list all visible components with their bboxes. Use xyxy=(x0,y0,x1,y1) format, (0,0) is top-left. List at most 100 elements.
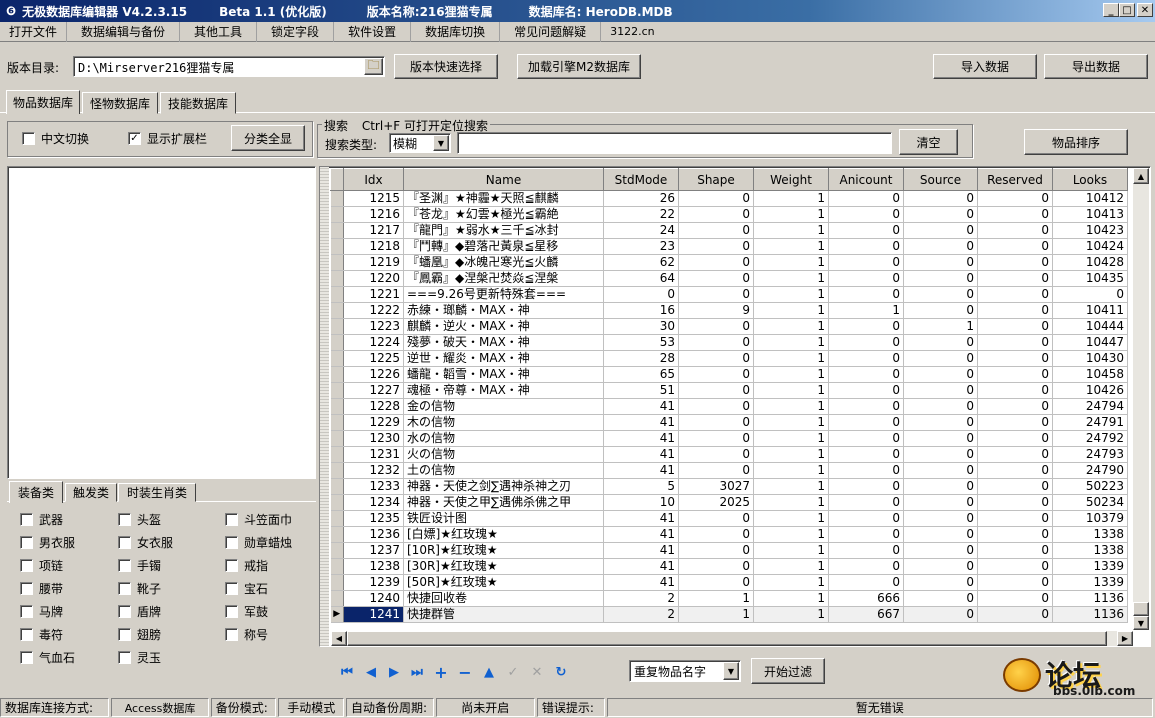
cell-name[interactable]: 赤練・瑯麟・MAX・神 xyxy=(403,302,604,319)
cell-source[interactable]: 0 xyxy=(903,270,978,287)
cell-stdmode[interactable]: 41 xyxy=(603,542,679,559)
category-9-checkbox[interactable]: 腰带 xyxy=(20,580,63,597)
cell-stdmode[interactable]: 41 xyxy=(603,446,679,463)
cell-source[interactable]: 0 xyxy=(903,350,978,367)
cell-source[interactable]: 0 xyxy=(903,366,978,383)
cell-shape[interactable]: 3027 xyxy=(678,478,754,495)
cell-weight[interactable]: 1 xyxy=(753,398,829,415)
cell-shape[interactable]: 2025 xyxy=(678,494,754,511)
table-row[interactable]: 1218 『鬥轉』◆碧落卍黃泉≦星移 23 0 1 0 0 0 10424 xyxy=(330,238,1128,255)
cell-source[interactable]: 0 xyxy=(903,478,978,495)
cell-reserved[interactable]: 0 xyxy=(977,398,1053,415)
cell-weight[interactable]: 1 xyxy=(753,302,829,319)
cell-shape[interactable]: 0 xyxy=(678,334,754,351)
cell-anicount[interactable]: 0 xyxy=(828,398,904,415)
cell-reserved[interactable]: 0 xyxy=(977,286,1053,303)
row-indicator[interactable] xyxy=(330,190,344,207)
cell-shape[interactable]: 0 xyxy=(678,526,754,543)
cell-source[interactable]: 0 xyxy=(903,606,978,623)
cell-looks[interactable]: 10424 xyxy=(1052,238,1128,255)
cell-reserved[interactable]: 0 xyxy=(977,462,1053,479)
column-header-reserved[interactable]: Reserved xyxy=(977,168,1053,191)
row-indicator[interactable] xyxy=(330,446,344,463)
row-indicator[interactable] xyxy=(330,206,344,223)
load-m2-button[interactable]: 加载引擎M2数据库 xyxy=(517,54,641,79)
cell-name[interactable]: ===9.26号更新特殊套=== xyxy=(403,286,604,303)
menu-settings[interactable]: 软件设置 xyxy=(334,21,412,42)
cell-anicount[interactable]: 0 xyxy=(828,494,904,511)
row-indicator[interactable] xyxy=(330,270,344,287)
cell-name[interactable]: 水の信物 xyxy=(403,430,604,447)
category-box[interactable] xyxy=(225,582,238,595)
cell-idx[interactable]: 1234 xyxy=(343,494,404,511)
cell-reserved[interactable]: 0 xyxy=(977,414,1053,431)
cell-shape[interactable]: 0 xyxy=(678,190,754,207)
cell-anicount[interactable]: 0 xyxy=(828,526,904,543)
cell-weight[interactable]: 1 xyxy=(753,414,829,431)
cell-stdmode[interactable]: 5 xyxy=(603,478,679,495)
cell-reserved[interactable]: 0 xyxy=(977,190,1053,207)
category-box[interactable] xyxy=(20,628,33,641)
cell-anicount[interactable]: 0 xyxy=(828,286,904,303)
cell-looks[interactable]: 10411 xyxy=(1052,302,1128,319)
cell-anicount[interactable]: 0 xyxy=(828,238,904,255)
category-4-checkbox[interactable]: 女衣服 xyxy=(118,534,173,551)
cell-anicount[interactable]: 0 xyxy=(828,318,904,335)
category-8-checkbox[interactable]: 戒指 xyxy=(225,557,268,574)
table-row[interactable]: 1238 [30R]★红玫瑰★ 41 0 1 0 0 0 1339 xyxy=(330,558,1128,575)
cell-source[interactable]: 0 xyxy=(903,334,978,351)
maximize-icon[interactable]: □ xyxy=(1119,3,1135,17)
category-box[interactable] xyxy=(118,582,131,595)
column-header-stdmode[interactable]: StdMode xyxy=(603,168,679,191)
cell-shape[interactable]: 0 xyxy=(678,222,754,239)
column-header-looks[interactable]: Looks xyxy=(1052,168,1128,191)
cell-idx[interactable]: 1221 xyxy=(343,286,404,303)
category-17-checkbox[interactable]: 称号 xyxy=(225,626,268,643)
cell-idx[interactable]: 1231 xyxy=(343,446,404,463)
tab-skills[interactable]: 技能数据库 xyxy=(160,92,236,114)
cell-name[interactable]: 魂極・帝尊・MAX・神 xyxy=(403,382,604,399)
table-row[interactable]: 1217 『龍門』★弱水★三千≦冰封 24 0 1 0 0 0 10423 xyxy=(330,222,1128,239)
cell-shape[interactable]: 0 xyxy=(678,430,754,447)
cell-stdmode[interactable]: 24 xyxy=(603,222,679,239)
cell-idx[interactable]: 1237 xyxy=(343,542,404,559)
cell-weight[interactable]: 1 xyxy=(753,366,829,383)
refresh-icon[interactable]: ↻ xyxy=(553,664,569,680)
cell-looks[interactable]: 10423 xyxy=(1052,222,1128,239)
row-indicator[interactable] xyxy=(330,574,344,591)
row-indicator[interactable] xyxy=(330,334,344,351)
cell-weight[interactable]: 1 xyxy=(753,430,829,447)
table-row[interactable]: 1237 [10R]★红玫瑰★ 41 0 1 0 0 0 1338 xyxy=(330,542,1128,559)
table-row[interactable]: 1230 水の信物 41 0 1 0 0 0 24792 xyxy=(330,430,1128,447)
row-indicator[interactable] xyxy=(330,302,344,319)
cell-reserved[interactable]: 0 xyxy=(977,222,1053,239)
cell-reserved[interactable]: 0 xyxy=(977,430,1053,447)
cell-looks[interactable]: 24793 xyxy=(1052,446,1128,463)
cell-looks[interactable]: 24791 xyxy=(1052,414,1128,431)
items-table[interactable]: Idx Name StdMode Shape Weight Anicount Source R… xyxy=(330,168,1128,623)
cell-shape[interactable]: 0 xyxy=(678,558,754,575)
table-row[interactable]: 1225 逆世・耀炎・MAX・神 28 0 1 0 0 0 10430 xyxy=(330,350,1128,367)
cell-anicount[interactable]: 0 xyxy=(828,510,904,527)
table-row[interactable]: ▶ 1241 快捷群管 2 1 1 667 0 0 1136 xyxy=(330,606,1128,623)
delete-record-icon[interactable]: − xyxy=(457,663,473,682)
cell-reserved[interactable]: 0 xyxy=(977,206,1053,223)
row-indicator[interactable] xyxy=(330,254,344,271)
menu-open-file[interactable]: 打开文件 xyxy=(0,21,68,42)
table-row[interactable]: 1231 火の信物 41 0 1 0 0 0 24793 xyxy=(330,446,1128,463)
category-5-checkbox[interactable]: 勋章蜡烛 xyxy=(225,534,292,551)
category-7-checkbox[interactable]: 手镯 xyxy=(118,557,161,574)
cell-anicount[interactable]: 0 xyxy=(828,206,904,223)
row-indicator[interactable] xyxy=(330,478,344,495)
chinese-switch-checkbox[interactable]: 中文切换 xyxy=(22,130,89,147)
cell-reserved[interactable]: 0 xyxy=(977,542,1053,559)
cell-source[interactable]: 0 xyxy=(903,446,978,463)
cell-weight[interactable]: 1 xyxy=(753,350,829,367)
cell-anicount[interactable]: 0 xyxy=(828,334,904,351)
cell-shape[interactable]: 1 xyxy=(678,590,754,607)
cell-source[interactable]: 1 xyxy=(903,318,978,335)
tab-items[interactable]: 物品数据库 xyxy=(6,90,80,114)
cell-source[interactable]: 0 xyxy=(903,542,978,559)
search-input[interactable] xyxy=(457,132,892,154)
show-ext-checkbox[interactable]: ✓ 显示扩展栏 xyxy=(128,130,207,147)
